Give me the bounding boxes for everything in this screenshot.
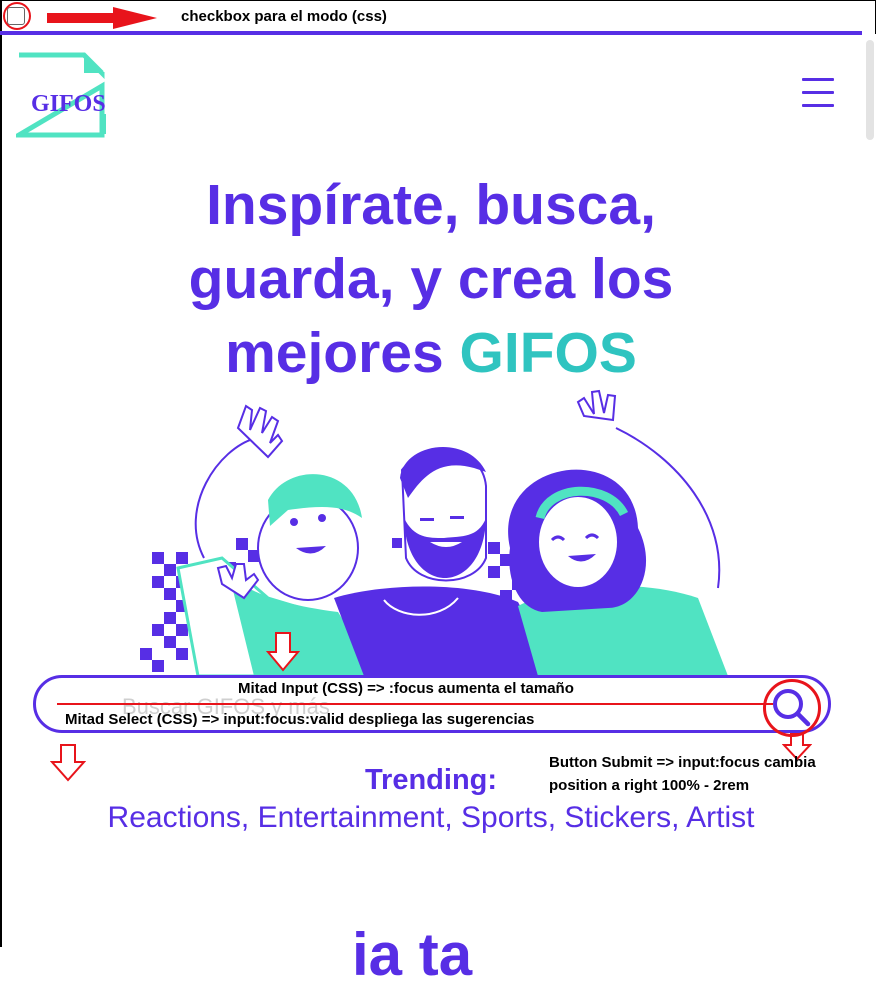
checkbox-annotation: checkbox para el modo (css)	[181, 8, 387, 25]
hero-title-line2: guarda, y crea los	[188, 247, 674, 311]
trending-topics[interactable]: Reactions, Entertainment, Sports, Sticke…	[0, 801, 862, 835]
hamburger-menu-icon[interactable]	[802, 78, 834, 112]
annotation-divider	[57, 703, 773, 705]
hero-title-line1: Inspírate, busca,	[206, 173, 656, 237]
annotation-circle	[3, 2, 31, 30]
top-accent-line	[0, 31, 862, 35]
mode-toggle-bar: checkbox para el modo (css)	[0, 0, 878, 34]
annotation-circle	[763, 679, 821, 737]
annotation-arrow-icon	[47, 7, 157, 29]
hero-title-line3: mejores GIFOS	[225, 321, 637, 385]
select-annotation: Mitad Select (CSS) => input:focus:valid …	[65, 711, 535, 728]
logo-text: GIFOS	[31, 91, 106, 117]
hero-title-accent: GIFOS	[459, 321, 637, 385]
trending-title: Trending:	[364, 764, 498, 796]
hero-illustration	[140, 389, 728, 676]
input-annotation: Mitad Input (CSS) => :focus aumenta el t…	[238, 680, 574, 697]
annotation-down-arrow-icon	[266, 632, 300, 672]
hero-title: Inspírate, busca, guarda, y crea los mej…	[0, 168, 862, 390]
scrollbar-thumb[interactable]	[866, 40, 874, 140]
scrollbar[interactable]	[862, 34, 878, 949]
next-section-heading: ia ta	[352, 921, 473, 988]
